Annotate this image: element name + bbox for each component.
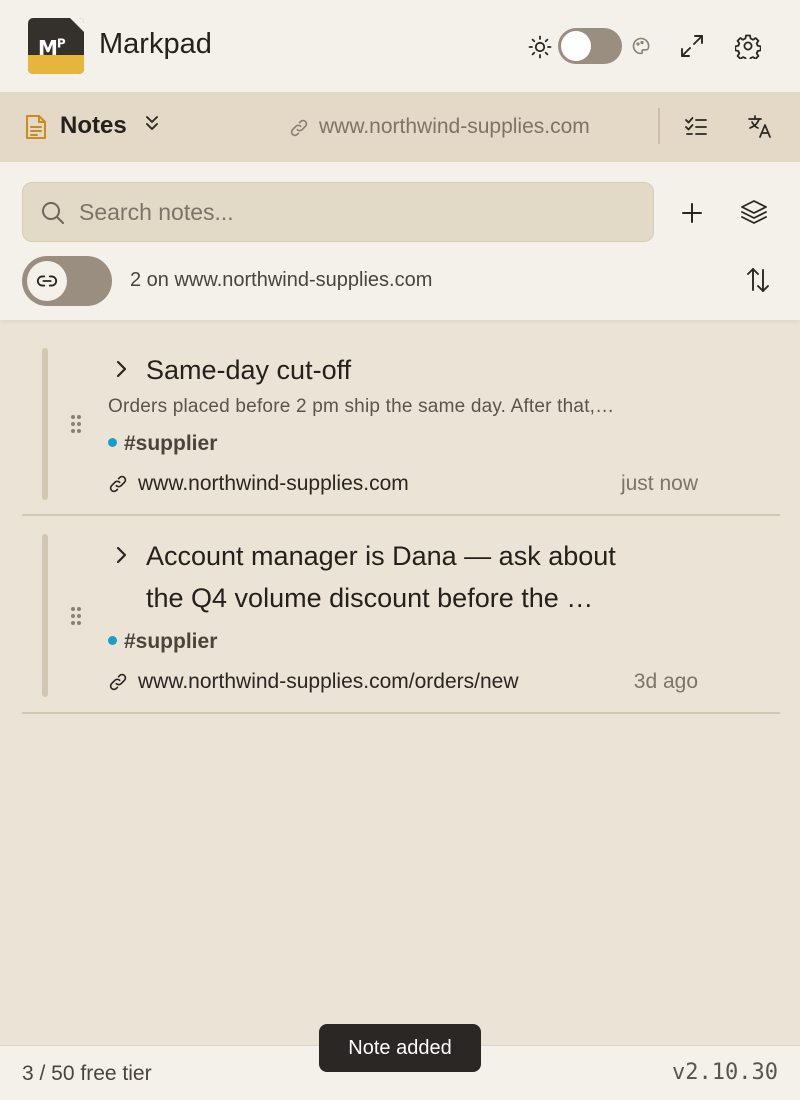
link-icon <box>108 474 128 494</box>
version-label: v2.10.30 <box>672 1060 778 1085</box>
palette-icon[interactable] <box>631 36 651 56</box>
site-note-count: 2 on www.northwind-supplies.com <box>130 269 433 291</box>
expand-icon[interactable] <box>679 33 705 59</box>
chevron-right-icon[interactable] <box>114 545 128 565</box>
note-card[interactable]: Same-day cut-off Orders placed before 2 … <box>22 340 780 516</box>
site-filter-toggle[interactable] <box>22 256 112 306</box>
sun-icon[interactable] <box>528 35 552 59</box>
notes-dropdown[interactable]: Notes <box>60 112 127 140</box>
tag-dot <box>108 438 117 447</box>
note-tag[interactable]: #supplier <box>108 630 217 654</box>
note-title-line-2[interactable]: the Q4 volume discount before the … <box>146 577 593 619</box>
translate-icon[interactable] <box>747 113 773 139</box>
toggle-knob <box>27 261 67 301</box>
note-title-line-1[interactable]: Account manager is Dana — ask about <box>146 535 616 577</box>
note-excerpt: Orders placed before 2 pm ship the same … <box>108 396 615 417</box>
note-timestamp: just now <box>620 472 698 495</box>
app-header: MP Markpad <box>0 0 800 92</box>
search-input[interactable] <box>79 183 639 241</box>
app-title: Markpad <box>99 28 212 60</box>
chevron-double-down-icon[interactable] <box>144 114 160 132</box>
add-note-icon[interactable] <box>680 201 704 225</box>
tier-status: 3 / 50 free tier <box>22 1062 152 1085</box>
gear-icon[interactable] <box>735 33 761 59</box>
layers-icon[interactable] <box>740 198 768 226</box>
chevron-right-icon[interactable] <box>114 359 128 379</box>
note-url[interactable]: www.northwind-supplies.com/orders/new <box>138 670 519 694</box>
note-url[interactable]: www.northwind-supplies.com <box>138 472 409 496</box>
link-icon <box>36 270 58 292</box>
note-timestamp: 3d ago <box>633 670 698 693</box>
current-site-link[interactable]: www.northwind-supplies.com <box>319 115 590 139</box>
app-logo: MP <box>28 18 84 74</box>
checklist-icon[interactable] <box>684 116 708 138</box>
note-rail <box>42 534 48 697</box>
link-icon <box>289 118 309 138</box>
search-icon <box>40 200 66 226</box>
theme-toggle[interactable] <box>558 28 622 64</box>
note-rail <box>42 348 48 500</box>
notes-bar: Notes www.northwind-supplies.com <box>0 92 800 162</box>
note-card[interactable]: Account manager is Dana — ask about the … <box>22 526 780 714</box>
document-icon <box>24 113 48 141</box>
toggle-knob <box>561 31 591 61</box>
note-tag[interactable]: #supplier <box>108 432 217 456</box>
search-panel: 2 on www.northwind-supplies.com <box>0 162 800 320</box>
note-title[interactable]: Same-day cut-off <box>146 349 351 391</box>
divider <box>658 108 660 144</box>
sort-icon[interactable] <box>745 266 771 294</box>
search-box[interactable] <box>22 182 654 242</box>
toast-notification: Note added <box>319 1024 481 1072</box>
link-icon <box>108 672 128 692</box>
drag-handle-icon[interactable] <box>70 606 82 626</box>
tag-dot <box>108 636 117 645</box>
drag-handle-icon[interactable] <box>70 414 82 434</box>
